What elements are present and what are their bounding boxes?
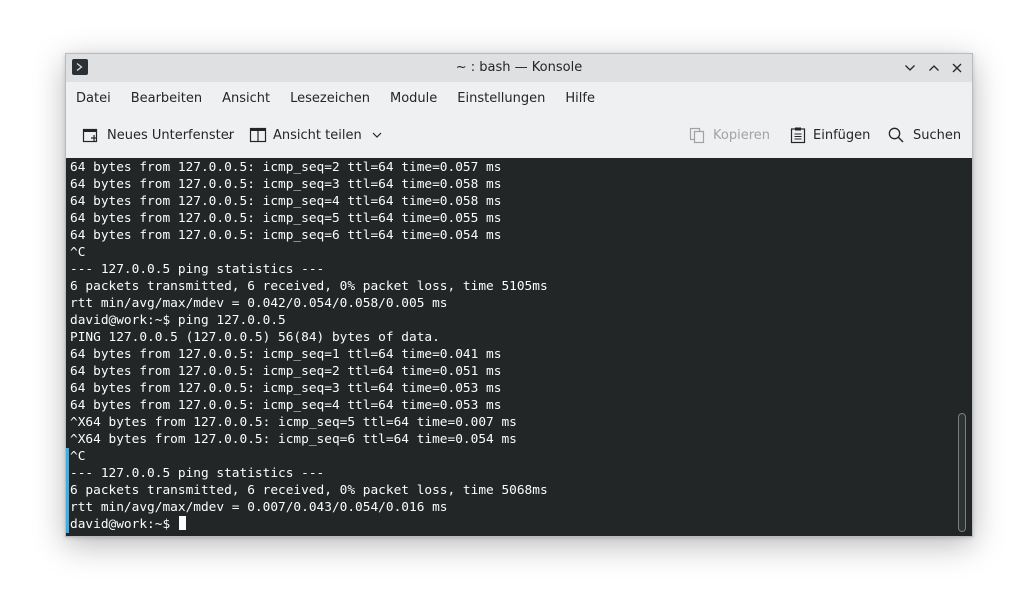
terminal-line: 64 bytes from 127.0.0.5: icmp_seq=4 ttl=… (70, 194, 502, 209)
terminal-line: 6 packets transmitted, 6 received, 0% pa… (70, 483, 548, 498)
terminal-line: 6 packets transmitted, 6 received, 0% pa… (70, 279, 548, 294)
toolbar: Neues Unterfenster ⌄ Ansicht teilen Kopi… (66, 114, 972, 158)
menu-bar: Datei Bearbeiten Ansicht Lesezeichen Mod… (66, 82, 972, 114)
terminal-line: 64 bytes from 127.0.0.5: icmp_seq=4 ttl=… (70, 398, 502, 413)
search-icon (888, 127, 904, 143)
terminal-view[interactable]: 64 bytes from 127.0.0.5: icmp_seq=2 ttl=… (66, 158, 972, 536)
chevron-down-icon (372, 132, 382, 138)
terminal-line: rtt min/avg/max/mdev = 0.007/0.043/0.054… (70, 500, 448, 515)
menu-bearbeiten[interactable]: Bearbeiten (131, 89, 202, 108)
terminal-line: ^C (70, 449, 86, 464)
terminal-line: --- 127.0.0.5 ping statistics --- (70, 262, 325, 277)
terminal-prompt-line[interactable]: david@work:~$ (70, 516, 952, 533)
konsole-window: ~ : bash — Konsole Datei Bearbeiten Ansi… (65, 53, 973, 537)
chevron-down-icon (905, 65, 915, 71)
split-view-button[interactable]: Ansicht teilen (249, 126, 383, 144)
terminal-line: 64 bytes from 127.0.0.5: icmp_seq=3 ttl=… (70, 177, 502, 192)
terminal-line: 64 bytes from 127.0.0.5: icmp_seq=1 ttl=… (70, 347, 502, 362)
shell-prompt: david@work:~$ (70, 517, 178, 532)
terminal-line: PING 127.0.0.5 (127.0.0.5) 56(84) bytes … (70, 330, 440, 345)
paste-icon (790, 127, 806, 144)
menu-module[interactable]: Module (390, 89, 437, 108)
scrollbar-thumb[interactable] (958, 413, 966, 532)
minimize-button[interactable] (900, 58, 920, 78)
paste-button[interactable]: Einfügen (789, 126, 870, 144)
chevron-up-icon (929, 65, 939, 71)
find-button[interactable]: Suchen (887, 126, 961, 144)
new-tab-icon (82, 128, 98, 143)
copy-label: Kopieren (713, 127, 770, 143)
close-icon (952, 63, 962, 73)
copy-icon (689, 127, 705, 144)
terminal-line: 64 bytes from 127.0.0.5: icmp_seq=6 ttl=… (70, 228, 502, 243)
terminal-line: 64 bytes from 127.0.0.5: icmp_seq=5 ttl=… (70, 211, 502, 226)
terminal-line: david@work:~$ ping 127.0.0.5 (70, 313, 286, 328)
split-view-icon (249, 127, 267, 143)
terminal-line: ^C (70, 245, 86, 260)
window-title: ~ : bash — Konsole (455, 60, 583, 75)
menu-einstellungen[interactable]: Einstellungen (457, 89, 545, 108)
new-tab-button[interactable]: Neues Unterfenster (82, 126, 234, 144)
title-bar[interactable]: ~ : bash — Konsole (66, 54, 972, 82)
menu-hilfe[interactable]: Hilfe (565, 89, 595, 108)
terminal-output: 64 bytes from 127.0.0.5: icmp_seq=2 ttl=… (70, 159, 952, 533)
terminal-line: 64 bytes from 127.0.0.5: icmp_seq=2 ttl=… (70, 364, 502, 379)
terminal-line: 64 bytes from 127.0.0.5: icmp_seq=3 ttl=… (70, 381, 502, 396)
menu-lesezeichen[interactable]: Lesezeichen (290, 89, 370, 108)
terminal-line: ^X64 bytes from 127.0.0.5: icmp_seq=6 tt… (70, 432, 517, 447)
maximize-button[interactable] (924, 58, 944, 78)
split-view-label: Ansicht teilen (273, 127, 362, 143)
find-label: Suchen (913, 127, 962, 143)
close-button[interactable] (947, 58, 967, 78)
paste-label: Einfügen (813, 127, 871, 143)
terminal-line: --- 127.0.0.5 ping statistics --- (70, 466, 325, 481)
new-tab-label: Neues Unterfenster (107, 127, 235, 143)
terminal-line: rtt min/avg/max/mdev = 0.042/0.054/0.058… (70, 296, 448, 311)
menu-ansicht[interactable]: Ansicht (222, 89, 270, 108)
terminal-line: ^X64 bytes from 127.0.0.5: icmp_seq=5 tt… (70, 415, 517, 430)
menu-datei[interactable]: Datei (76, 89, 111, 108)
text-cursor (178, 516, 186, 530)
copy-button[interactable]: Kopieren (688, 126, 770, 144)
terminal-line: 64 bytes from 127.0.0.5: icmp_seq=2 ttl=… (70, 160, 502, 175)
output-marker (66, 448, 69, 533)
new-tab-dropdown-indicator[interactable]: ⌄ (226, 132, 234, 142)
